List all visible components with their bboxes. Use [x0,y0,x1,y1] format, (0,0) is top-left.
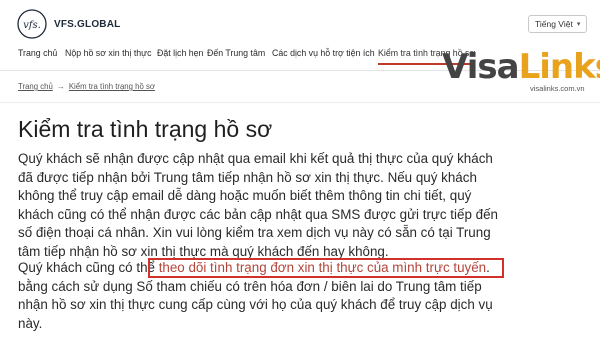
track-online-link[interactable]: theo dõi tình trạng đơn xin thị thực của… [159,260,486,275]
breadcrumb-current[interactable]: Kiểm tra tình trạng hồ sơ [69,82,155,91]
paragraph-line: khách cũng có thể nhận được các bản cập … [18,206,498,222]
vfs-logo-icon[interactable]: vfs. [16,8,48,40]
breadcrumb-home[interactable]: Trang chủ [18,82,53,91]
nav-item-apply-visa[interactable]: Nộp hồ sơ xin thị thực [65,48,151,58]
arrow-right-icon: → [56,82,65,91]
svg-text:vfs.: vfs. [23,20,41,31]
paragraph-line-with-link: Quý khách cũng có thể theo dõi tình trạn… [18,259,493,278]
paragraph-line: số điện thoại cá nhân. Xin vui lòng kiểm… [18,225,491,241]
tracking-paragraph: Quý khách cũng có thể theo dõi tình trạn… [18,259,493,333]
paragraph-line: đã được tiếp nhận bởi Trung tâm tiếp nhậ… [18,169,477,185]
breadcrumb: Trang chủ → Kiểm tra tình trạng hồ sơ [18,82,155,91]
language-label: Tiếng Việt [535,19,573,29]
nav-item-book-appointment[interactable]: Đặt lịch hẹn [157,48,203,58]
nav-item-visit-centre[interactable]: Đến Trung tâm [207,48,265,58]
intro-paragraph: Quý khách sẽ nhận được cập nhật qua emai… [18,150,498,262]
paragraph-line: bằng cách sử dụng Số tham chiếu có trên … [18,278,482,294]
paragraph-suffix: . [486,260,490,275]
paragraph-line: nhận hồ sơ xin thị thực cung cấp cùng vớ… [18,297,493,313]
paragraph-line: không thể truy cập email dễ dàng hoặc mu… [18,188,472,204]
chevron-down-icon: ▾ [576,21,581,28]
nav-item-home[interactable]: Trang chủ [18,48,57,58]
brand-name[interactable]: VFS.GLOBAL [54,19,120,30]
paragraph-prefix: Quý khách cũng có thể [18,260,159,275]
watermark-part2: Links [518,47,600,87]
visalinks-watermark: VisaLinks visalinks.com.vn [442,47,600,98]
site-header: vfs. VFS.GLOBAL Tiếng Việt ▾ [0,0,600,40]
nav-item-value-added-services[interactable]: Các dịch vụ hỗ trợ tiện ích [272,48,375,58]
language-select[interactable]: Tiếng Việt ▾ [528,15,588,33]
paragraph-line: này. [18,315,43,331]
watermark-part1: Visa [442,47,520,87]
page-title: Kiểm tra tình trạng hồ sơ [18,116,273,142]
paragraph-line: Quý khách sẽ nhận được cập nhật qua emai… [18,151,493,166]
watermark-domain: visalinks.com.vn [530,84,585,93]
breadcrumb-divider [0,102,600,103]
